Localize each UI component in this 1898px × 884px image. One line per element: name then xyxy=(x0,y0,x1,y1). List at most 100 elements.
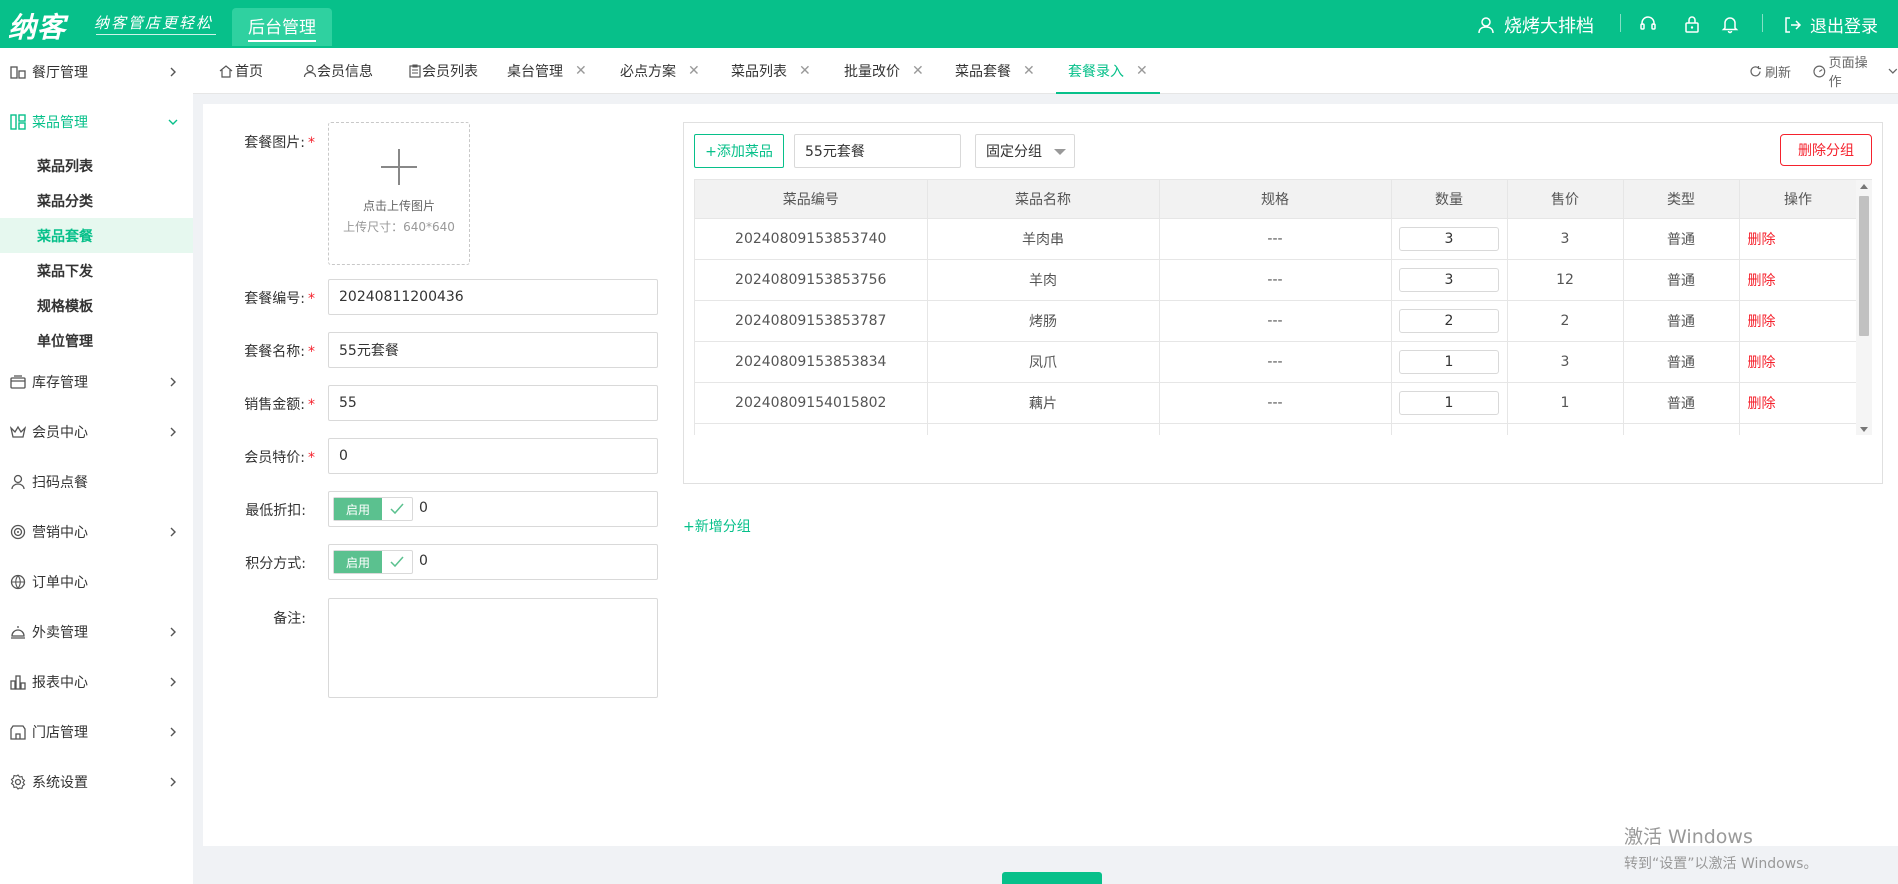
tab-batch-price[interactable]: 批量改价 ✕ xyxy=(844,48,924,94)
user-menu[interactable]: 烧烤大排档 xyxy=(1476,12,1594,38)
user-icon xyxy=(9,473,27,491)
column-header: 规格 xyxy=(1159,180,1392,219)
remark-textarea[interactable] xyxy=(328,598,658,698)
lock-icon[interactable] xyxy=(1680,12,1704,36)
delete-row-link[interactable]: 删除 xyxy=(1739,341,1858,383)
sidebar-item-member[interactable]: 会员中心 xyxy=(0,412,193,452)
tab-combo-entry[interactable]: 套餐录入 ✕ xyxy=(1056,48,1160,94)
home-icon xyxy=(219,65,233,78)
quantity-input[interactable]: 1 xyxy=(1399,390,1499,415)
quantity-input[interactable]: 3 xyxy=(1399,267,1499,292)
sidebar-subitem-dish-combo[interactable]: 菜品套餐 xyxy=(0,218,193,253)
sidebar-item-restaurant[interactable]: 餐厅管理 xyxy=(0,52,193,92)
bell-icon[interactable] xyxy=(1718,12,1742,36)
sidebar-subitem-unit[interactable]: 单位管理 xyxy=(0,323,193,358)
sidebar-item-stores[interactable]: 门店管理 xyxy=(0,712,193,752)
points-method-toggle[interactable]: 启用 xyxy=(333,550,413,574)
delete-row-link[interactable]: 删除 xyxy=(1739,259,1858,301)
sidebar-item-scan-order[interactable]: 扫码点餐 xyxy=(0,462,193,502)
report-icon xyxy=(9,673,27,691)
table-header-row: 菜品编号 菜品名称 规格 数量 售价 类型 操作 xyxy=(695,180,1858,219)
sidebar-item-orders[interactable]: 订单中心 xyxy=(0,562,193,602)
add-dish-button[interactable]: +添加菜品 xyxy=(694,134,784,168)
table-scrollbar[interactable] xyxy=(1856,180,1872,435)
page-ops-button[interactable]: 页面操作 xyxy=(1813,48,1898,94)
group-name-input[interactable]: 55元套餐 xyxy=(794,134,961,168)
tab-required-plan[interactable]: 必点方案 ✕ xyxy=(620,48,700,94)
combo-name-input[interactable]: 55元套餐 xyxy=(328,332,658,368)
sale-amount-input[interactable]: 55 xyxy=(328,385,658,421)
brand-logo: 纳客 xyxy=(8,11,67,44)
refresh-button[interactable]: 刷新 xyxy=(1749,48,1791,94)
sidebar-item-label: 菜品管理 xyxy=(32,115,88,131)
dish-type: 普通 xyxy=(1623,382,1740,424)
min-discount-label: 最低折扣: xyxy=(245,503,306,519)
chevron-down-icon xyxy=(1888,68,1898,74)
dish-name: 羊肉串 xyxy=(927,218,1160,260)
sidebar-item-label: 营销中心 xyxy=(32,525,88,541)
tab-label: 批量改价 xyxy=(844,64,900,80)
scroll-down-icon[interactable] xyxy=(1860,427,1868,432)
scroll-up-icon[interactable] xyxy=(1860,184,1868,189)
tab-member-info[interactable]: 会员信息 xyxy=(303,48,373,94)
tab-table-manage[interactable]: 桌台管理 ✕ xyxy=(507,48,587,94)
member-price-input[interactable]: 0 xyxy=(328,438,658,474)
combo-code-input[interactable]: 20240811200436 xyxy=(328,279,658,315)
tab-dish-list[interactable]: 菜品列表 ✕ xyxy=(731,48,811,94)
sidebar-subitem-dish-category[interactable]: 菜品分类 xyxy=(0,183,193,218)
upload-size-hint: 上传尺寸：640*640 xyxy=(343,220,455,234)
caret-down-icon xyxy=(1054,149,1066,155)
close-icon[interactable]: ✕ xyxy=(575,63,587,79)
check-icon xyxy=(382,498,412,520)
sidebar-item-inventory[interactable]: 库存管理 xyxy=(0,362,193,402)
table-row: 20240809153853787 烤肠 --- 2 2 普通 删除 xyxy=(695,300,1858,342)
logout-button[interactable]: 退出登录 xyxy=(1782,12,1878,37)
close-icon[interactable]: ✕ xyxy=(1023,63,1035,79)
page-ops-label: 页面操作 xyxy=(1828,56,1868,90)
sidebar-subitem-dish-dispatch[interactable]: 菜品下发 xyxy=(0,253,193,288)
sidebar-item-reports[interactable]: 报表中心 xyxy=(0,662,193,702)
tab-dish-combo[interactable]: 菜品套餐 ✕ xyxy=(955,48,1035,94)
add-group-link[interactable]: +新增分组 xyxy=(683,516,751,536)
dish-name: 凤爪 xyxy=(927,341,1160,383)
sidebar-item-settings[interactable]: 系统设置 xyxy=(0,762,193,802)
quantity-input[interactable]: 3 xyxy=(1399,226,1499,251)
sidebar-item-dishes[interactable]: 菜品管理 xyxy=(0,102,193,142)
chevron-right-icon xyxy=(165,774,181,790)
sidebar-subitem-spec-template[interactable]: 规格模板 xyxy=(0,288,193,323)
sidebar-item-marketing[interactable]: 营销中心 xyxy=(0,512,193,552)
table-row-partial xyxy=(695,423,1858,435)
table-row: 20240809153853756 羊肉 --- 3 12 普通 删除 xyxy=(695,259,1858,301)
sidebar-item-label: 外卖管理 xyxy=(32,625,88,641)
close-icon[interactable]: ✕ xyxy=(799,63,811,79)
close-icon[interactable]: ✕ xyxy=(912,63,924,79)
tab-home[interactable]: 首页 xyxy=(219,48,263,94)
delete-group-button[interactable]: 删除分组 xyxy=(1780,134,1872,166)
points-method-input[interactable]: 0 xyxy=(419,553,428,569)
delete-row-link[interactable]: 删除 xyxy=(1739,218,1858,260)
module-tab-admin[interactable]: 后台管理 xyxy=(232,8,332,46)
save-button[interactable] xyxy=(1002,872,1102,884)
quantity-input[interactable]: 1 xyxy=(1399,349,1499,374)
min-discount-toggle[interactable]: 启用 xyxy=(333,497,413,521)
quantity-input[interactable]: 2 xyxy=(1399,308,1499,333)
sidebar-item-delivery[interactable]: 外卖管理 xyxy=(0,612,193,652)
close-icon[interactable]: ✕ xyxy=(688,63,700,79)
image-upload-area[interactable]: 点击上传图片 上传尺寸：640*640 xyxy=(328,122,470,265)
sidebar-subitem-dish-list[interactable]: 菜品列表 xyxy=(0,148,193,183)
qty-cell: 3 xyxy=(1391,218,1508,260)
dishes-icon xyxy=(9,113,27,131)
column-header: 类型 xyxy=(1623,180,1740,219)
delete-row-link[interactable]: 删除 xyxy=(1739,382,1858,424)
scrollbar-thumb[interactable] xyxy=(1859,196,1869,336)
tab-label: 必点方案 xyxy=(620,64,676,80)
headset-icon[interactable] xyxy=(1636,12,1660,36)
tab-member-list[interactable]: 会员列表 xyxy=(408,48,478,94)
sidebar-item-label: 系统设置 xyxy=(32,775,88,791)
delete-row-link[interactable]: 删除 xyxy=(1739,300,1858,342)
dish-name: 烤肠 xyxy=(927,300,1160,342)
close-icon[interactable]: ✕ xyxy=(1136,63,1148,79)
group-type-select[interactable]: 固定分组 xyxy=(975,134,1075,168)
globe-icon xyxy=(9,573,27,591)
min-discount-input[interactable]: 0 xyxy=(419,500,428,516)
